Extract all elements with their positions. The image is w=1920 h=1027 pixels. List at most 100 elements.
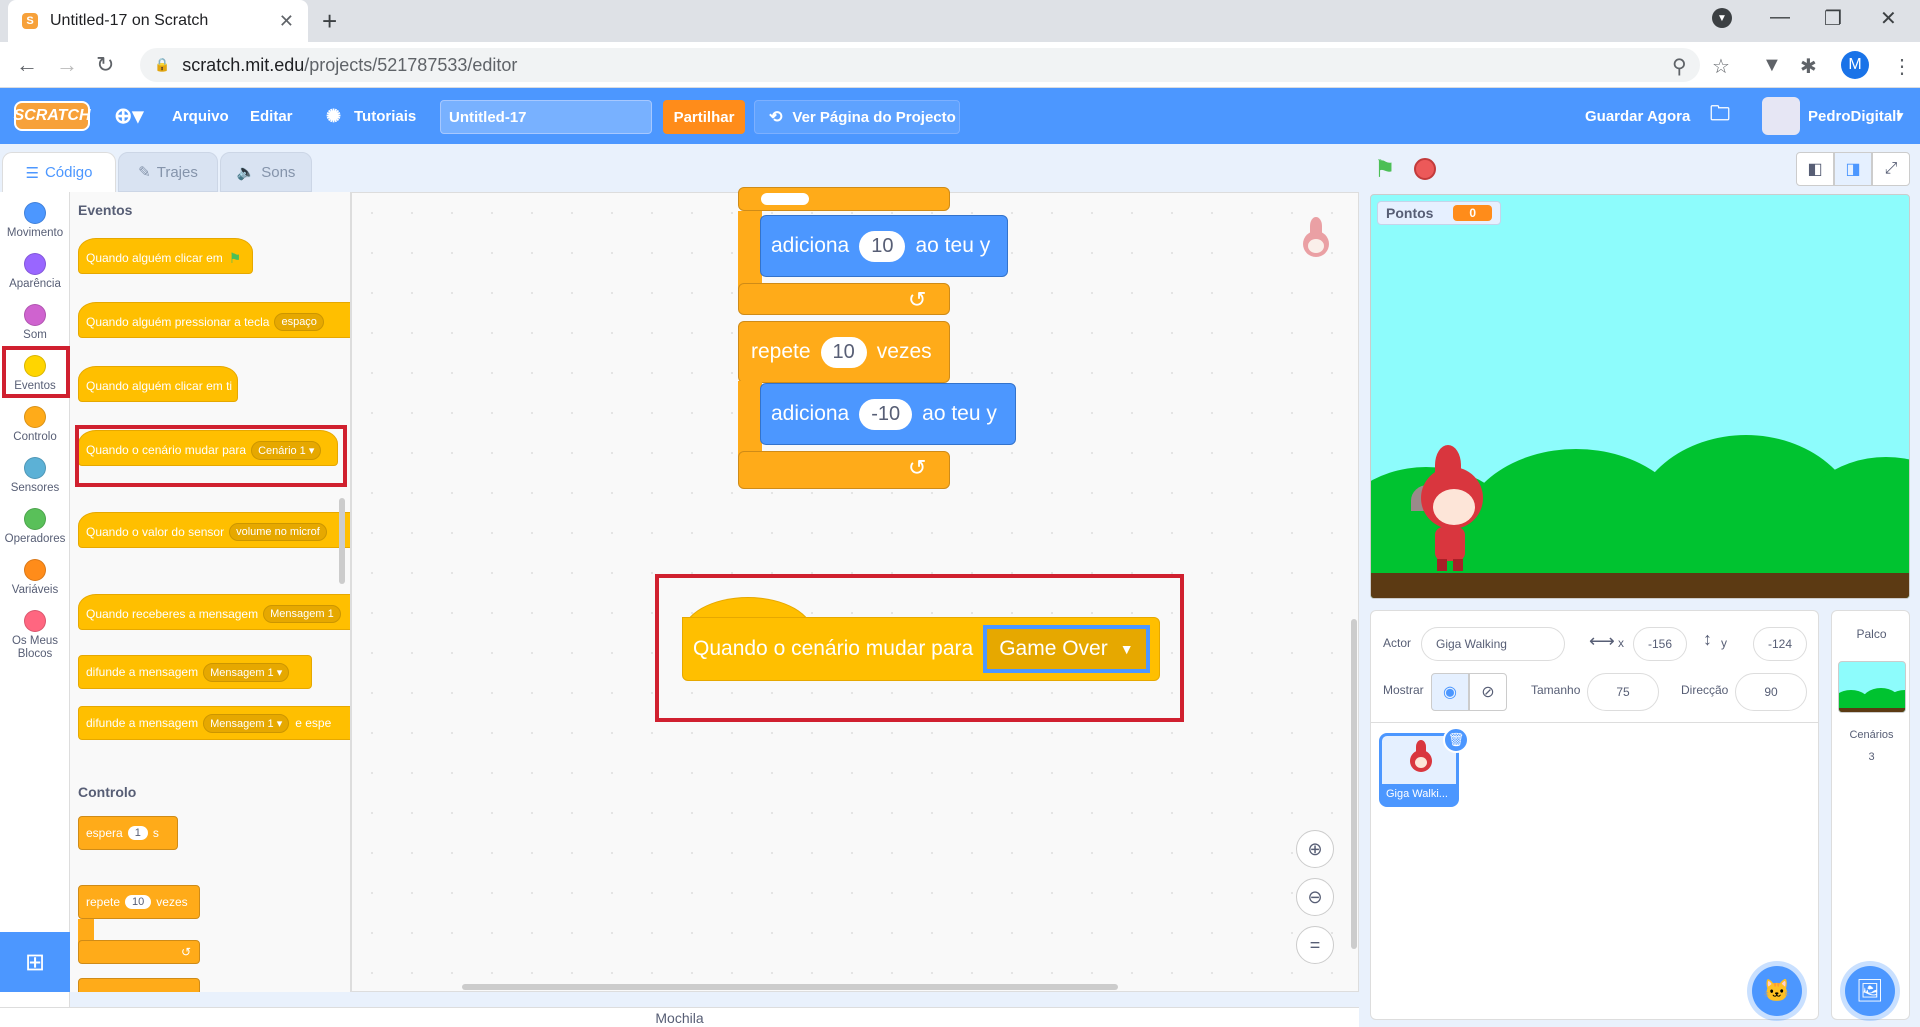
language-globe-icon[interactable]: ⊕▾ <box>114 88 143 144</box>
motion-dot-icon <box>24 202 46 224</box>
repeat-value-partial <box>761 193 809 205</box>
tab-sounds[interactable]: 🔈 Sons <box>220 152 312 192</box>
block-repeat-top[interactable] <box>738 187 950 211</box>
category-looks[interactable]: Aparência <box>0 253 70 290</box>
bookmark-star-icon[interactable]: ☆ <box>1712 54 1730 79</box>
chrome-menu-icon[interactable]: ⋮ <box>1892 54 1912 79</box>
category-sound[interactable]: Som <box>0 304 70 341</box>
block-label: Quando alguém clicar em <box>86 251 223 265</box>
broadcast-dropdown[interactable]: Mensagem 1 ▾ <box>203 662 290 682</box>
stage-target-panel[interactable]: Palco Cenários 3 <box>1831 610 1910 1020</box>
key-dropdown[interactable]: espaço <box>274 313 324 331</box>
tab-code[interactable]: ☰ Código <box>2 152 116 192</box>
hide-sprite-eye-icon[interactable]: ⊘ <box>1469 673 1507 711</box>
category-operators[interactable]: Operadores <box>0 508 70 545</box>
block-wait[interactable]: espera 1 s <box>78 816 178 850</box>
x-input[interactable]: -156 <box>1633 627 1687 661</box>
minimize-icon[interactable]: — <box>1770 6 1790 29</box>
zoom-lens-icon[interactable]: ⚲ <box>1672 54 1687 79</box>
workspace-v-scrollbar[interactable] <box>1351 619 1357 949</box>
category-motion[interactable]: Movimento <box>0 202 70 239</box>
giga-walking-sprite[interactable] <box>1405 445 1495 573</box>
extensions-puzzle-icon[interactable]: ✱ <box>1800 54 1817 79</box>
category-control[interactable]: Controlo <box>0 406 70 443</box>
block-forever-top[interactable] <box>78 978 200 992</box>
block-when-flag-clicked[interactable]: Quando alguém clicar em ⚑ <box>78 238 253 274</box>
workspace-h-scrollbar[interactable] <box>462 984 1118 990</box>
restore-icon[interactable]: ❐ <box>1824 6 1842 31</box>
palette-scrollbar[interactable] <box>339 498 345 584</box>
green-flag-icon[interactable]: ⚑ <box>1374 155 1396 184</box>
chrome-media-icon[interactable]: ▼ <box>1712 8 1732 28</box>
block-change-y[interactable]: adiciona 10 ao teu y <box>760 215 1008 277</box>
block-broadcast[interactable]: difunde a mensagem Mensagem 1 ▾ <box>78 655 312 689</box>
repeat-input[interactable]: 10 <box>820 336 867 368</box>
stop-sign-icon[interactable] <box>1414 158 1436 180</box>
zoom-out-icon[interactable]: ⊖ <box>1296 878 1334 916</box>
direction-input[interactable]: 90 <box>1735 673 1807 711</box>
message-dropdown[interactable]: Mensagem 1 <box>263 605 341 623</box>
project-title-input[interactable]: Untitled-17 <box>440 100 652 134</box>
account-chevron-down-icon[interactable]: ▼ <box>1894 88 1906 144</box>
close-tab-icon[interactable]: ✕ <box>279 11 294 32</box>
browser-tab[interactable]: S Untitled-17 on Scratch ✕ <box>8 0 308 42</box>
block-when-sensor-greater[interactable]: Quando o valor do sensor volume no microf <box>78 512 350 548</box>
score-monitor[interactable]: Pontos 0 <box>1377 201 1501 225</box>
close-window-icon[interactable]: ✕ <box>1880 6 1897 31</box>
variables-dot-icon <box>24 559 46 581</box>
change-y-input[interactable]: 10 <box>859 230 906 262</box>
small-stage-icon[interactable]: ◧ <box>1796 152 1834 186</box>
block-when-sprite-clicked[interactable]: Quando alguém clicar em ti <box>78 366 238 402</box>
scratch-logo[interactable]: SCRATCH <box>13 101 91 131</box>
block-broadcast-and-wait[interactable]: difunde a mensagem Mensagem 1 ▾ e espe <box>78 706 350 740</box>
category-my-blocks[interactable]: Os Meus Blocos <box>0 610 70 661</box>
control-heading: Controlo <box>78 784 137 800</box>
tab-costumes-label: Trajes <box>156 163 198 181</box>
category-sensing[interactable]: Sensores <box>0 457 70 494</box>
sprite-name-input[interactable]: Giga Walking <box>1421 627 1565 661</box>
share-button[interactable]: Partilhar <box>663 100 745 134</box>
see-project-page-button[interactable]: ⟲ Ver Página do Projecto <box>754 100 960 134</box>
block-repeat[interactable]: repete 10 vezes <box>78 885 200 919</box>
reload-icon[interactable]: ↻ <box>96 52 114 78</box>
new-tab-icon[interactable]: + <box>322 6 337 37</box>
menu-tutorials[interactable]: Tutoriais <box>354 88 416 144</box>
url-bar[interactable]: 🔒 scratch.mit.edu/projects/521787533/edi… <box>140 48 1700 82</box>
extension-shield-icon[interactable]: ▼ <box>1762 54 1782 77</box>
add-backdrop-image-icon[interactable]: 🖼 <box>1845 966 1895 1016</box>
block-when-key-pressed[interactable]: Quando alguém pressionar a tecla espaço <box>78 302 350 338</box>
size-input[interactable]: 75 <box>1587 673 1659 711</box>
block-change-y[interactable]: adiciona -10 ao teu y <box>760 383 1016 445</box>
user-avatar[interactable] <box>1762 97 1800 135</box>
menu-edit[interactable]: Editar <box>250 88 293 144</box>
change-y-input[interactable]: -10 <box>859 398 913 430</box>
broadcast-wait-dropdown[interactable]: Mensagem 1 ▾ <box>203 713 290 733</box>
username[interactable]: PedroDigitall <box>1808 88 1901 144</box>
category-variables[interactable]: Variáveis <box>0 559 70 596</box>
block-repeat[interactable]: repete 10 vezes <box>738 321 950 383</box>
add-extension-button[interactable]: ⊞ <box>0 932 70 992</box>
stage-thumbnail[interactable] <box>1838 661 1906 713</box>
save-now-button[interactable]: Guardar Agora <box>1585 88 1690 144</box>
show-sprite-eye-icon[interactable]: ◉ <box>1431 673 1469 711</box>
block-when-receive[interactable]: Quando receberes a mensagem Mensagem 1 <box>78 594 350 630</box>
stage-canvas[interactable]: Pontos 0 <box>1370 194 1910 599</box>
forward-icon[interactable]: → <box>56 52 78 78</box>
zoom-reset-icon[interactable]: = <box>1296 926 1334 964</box>
repeat-input[interactable]: 10 <box>125 895 152 909</box>
stage-title: Palco <box>1856 627 1887 641</box>
sensor-dropdown[interactable]: volume no microf <box>229 523 327 541</box>
fullscreen-icon[interactable]: ⤢ <box>1872 152 1910 186</box>
y-input[interactable]: -124 <box>1753 627 1807 661</box>
tab-costumes[interactable]: ✎ Trajes <box>118 152 218 192</box>
menu-file[interactable]: Arquivo <box>172 88 229 144</box>
back-icon[interactable]: ← <box>16 52 38 78</box>
delete-sprite-trash-icon[interactable]: 🗑 <box>1443 727 1469 753</box>
add-sprite-cat-icon[interactable]: 🐱 <box>1752 966 1802 1016</box>
profile-avatar[interactable]: M <box>1841 51 1869 79</box>
zoom-in-icon[interactable]: ⊕ <box>1296 830 1334 868</box>
normal-stage-icon[interactable]: ◨ <box>1834 152 1872 186</box>
my-stuff-folder-icon[interactable]: 🗀 <box>1710 88 1730 144</box>
backpack-bar[interactable]: Mochila <box>0 1007 1359 1027</box>
wait-input[interactable]: 1 <box>127 826 148 840</box>
